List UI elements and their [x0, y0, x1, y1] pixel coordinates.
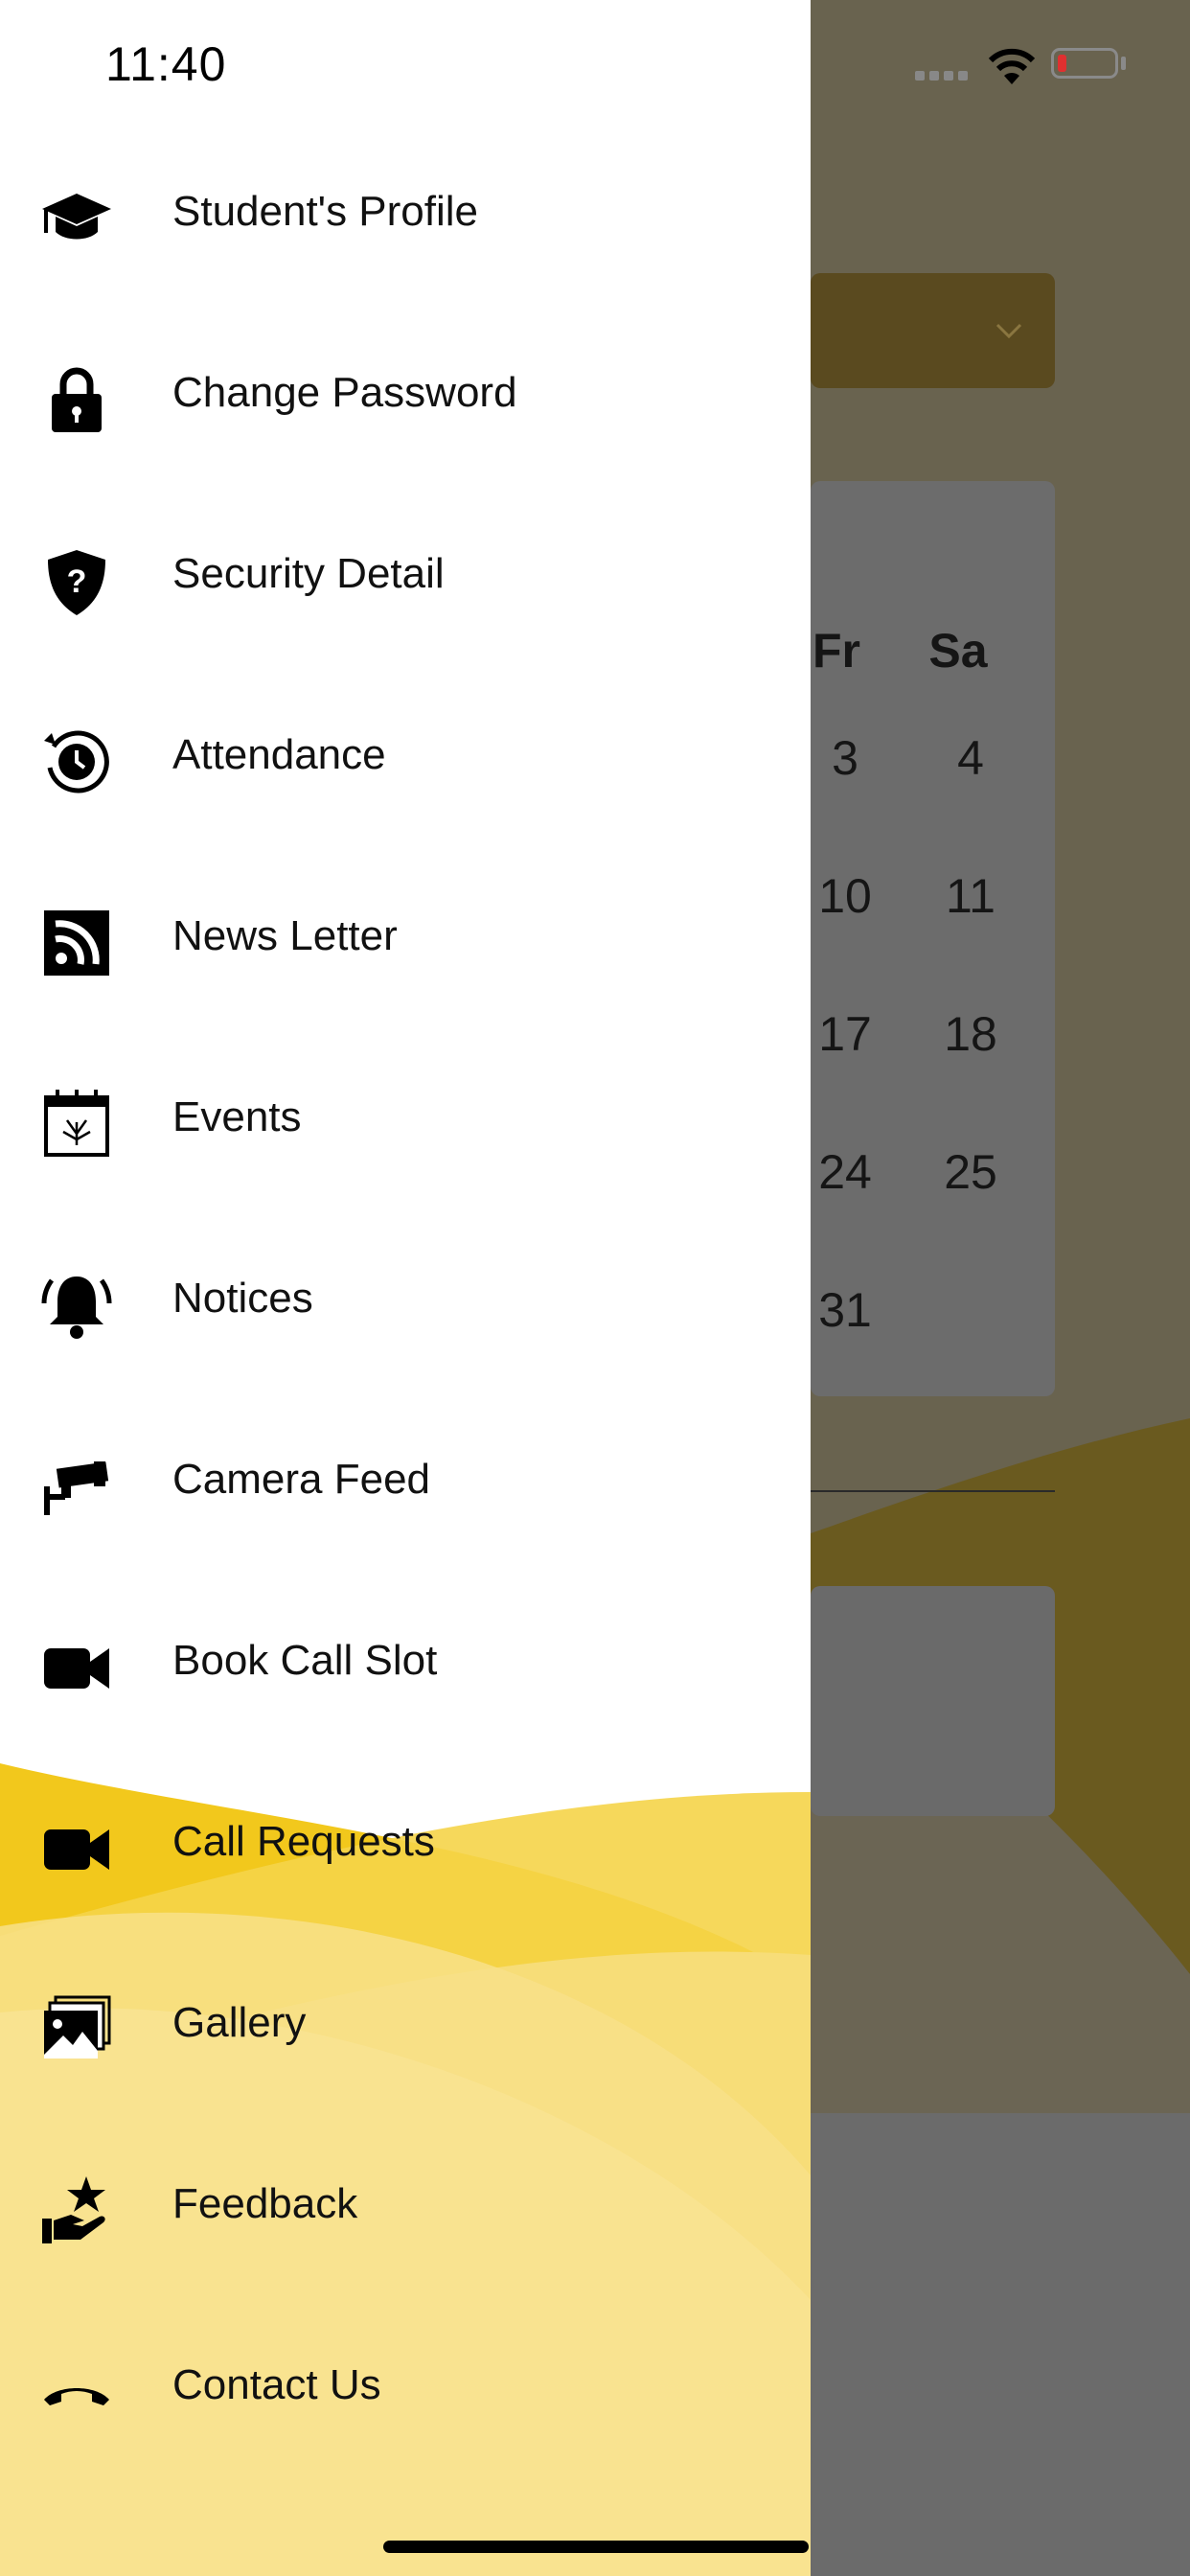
calendar-day: 3	[832, 731, 858, 785]
video-camera-icon	[44, 1648, 109, 1689]
drawer-item-attendance[interactable]: Attendance	[0, 685, 811, 829]
drawer-item-events[interactable]: Events	[0, 1047, 811, 1191]
drawer-item-label: Feedback	[172, 2180, 358, 2227]
chevron-down-icon	[995, 323, 1022, 339]
drawer-item-book-call-slot[interactable]: Book Call Slot	[0, 1591, 811, 1735]
drawer-item-change-password[interactable]: Change Password	[0, 323, 811, 467]
drawer-item-label: Book Call Slot	[172, 1637, 438, 1684]
shield-question-icon: ?	[48, 550, 105, 615]
calendar-day: 4	[957, 731, 984, 785]
drawer-item-label: Camera Feed	[172, 1456, 431, 1503]
drawer-item-label: News Letter	[172, 912, 398, 959]
calendar-day: 17	[818, 1007, 872, 1061]
cellular-signal-icon	[915, 71, 968, 80]
drawer-item-label: Change Password	[172, 369, 517, 416]
battery-cap	[1121, 57, 1126, 70]
drawer-item-label: Call Requests	[172, 1818, 435, 1865]
gallery-icon	[44, 1995, 111, 2058]
calendar-day: 25	[944, 1145, 997, 1199]
calendar-day: 18	[944, 1007, 997, 1061]
hand-star-icon	[42, 2176, 105, 2243]
drawer-item-label: Contact Us	[172, 2361, 381, 2408]
drawer-item-news-letter[interactable]: News Letter	[0, 866, 811, 1010]
navigation-drawer: 11:40 Student's Profile Change Password …	[0, 0, 811, 2576]
wifi-icon	[988, 48, 1036, 84]
clock-history-icon	[44, 730, 109, 794]
drawer-item-label: Notices	[172, 1275, 313, 1322]
drawer-item-contact-us[interactable]: Contact Us	[0, 2315, 811, 2459]
drawer-item-label: Student's Profile	[172, 188, 479, 235]
drawer-item-gallery[interactable]: Gallery	[0, 1953, 811, 2097]
background-calendar	[811, 481, 1055, 1396]
home-indicator[interactable]	[383, 2541, 809, 2553]
drawer-item-label: Events	[172, 1093, 302, 1140]
phone-icon	[44, 2388, 109, 2405]
drawer-item-label: Security Detail	[172, 550, 445, 597]
drawer-item-call-requests[interactable]: Call Requests	[0, 1772, 811, 1916]
drawer-item-camera-feed[interactable]: Camera Feed	[0, 1410, 811, 1553]
drawer-item-label: Attendance	[172, 731, 386, 778]
background-text-area	[811, 1586, 1055, 1816]
drawer-item-label: Gallery	[172, 1999, 307, 2046]
graduation-cap-icon	[42, 194, 111, 240]
lock-icon	[52, 367, 102, 432]
calendar-day: 24	[818, 1145, 872, 1199]
video-camera-icon	[44, 1829, 109, 1870]
svg-text:?: ?	[67, 564, 87, 600]
drawer-item-notices[interactable]: Notices	[0, 1229, 811, 1372]
calendar-day: 31	[818, 1283, 872, 1337]
calendar-day: 10	[818, 869, 872, 923]
cctv-camera-icon	[44, 1461, 109, 1515]
weekday-label: Sa	[928, 624, 988, 678]
calendar-day: 11	[946, 869, 995, 923]
divider	[811, 1490, 1055, 1492]
drawer-item-feedback[interactable]: Feedback	[0, 2134, 811, 2278]
drawer-item-students-profile[interactable]: Student's Profile	[0, 142, 811, 286]
drawer-item-security-detail[interactable]: ? Security Detail	[0, 504, 811, 648]
calendar-fireworks-icon	[44, 1090, 109, 1157]
battery-icon	[1051, 48, 1118, 79]
bell-icon	[41, 1276, 112, 1339]
status-time: 11:40	[105, 37, 227, 91]
rss-icon	[44, 910, 109, 976]
